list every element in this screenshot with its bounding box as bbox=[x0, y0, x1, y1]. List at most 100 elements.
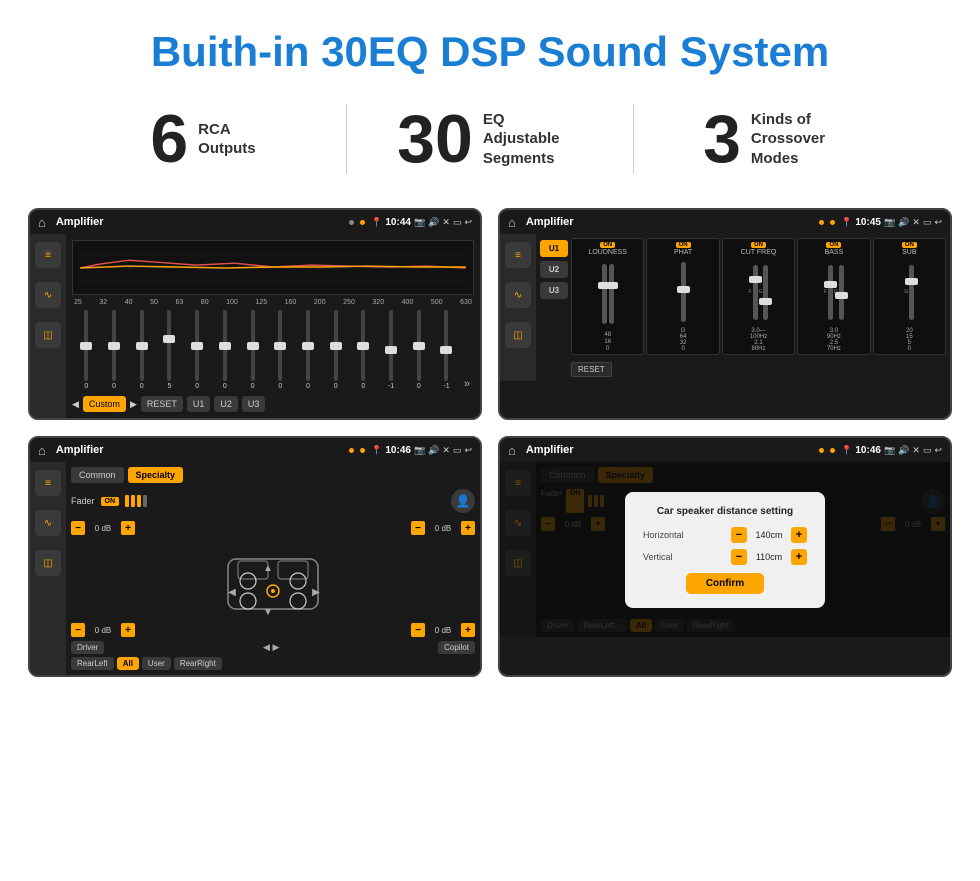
db-minus-4[interactable]: − bbox=[411, 623, 425, 637]
slider-6[interactable]: 0 bbox=[213, 310, 238, 390]
close-icon-3: ✕ bbox=[442, 445, 450, 456]
freq-40: 40 bbox=[125, 299, 133, 306]
reset-btn-2[interactable]: RESET bbox=[571, 362, 612, 377]
eq-icon-3[interactable]: ≡ bbox=[35, 470, 61, 496]
horizontal-ctrl: − 140cm + bbox=[731, 527, 807, 543]
slider-13[interactable]: 0 bbox=[406, 310, 431, 390]
preset-u3[interactable]: U3 bbox=[540, 282, 568, 299]
stat-crossover-label: Kinds ofCrossover Modes bbox=[751, 110, 851, 169]
eq-freq-labels: 25 32 40 50 63 80 100 125 160 200 250 32… bbox=[72, 299, 474, 306]
wave-icon-1[interactable]: ∿ bbox=[35, 282, 61, 308]
next-arrow[interactable]: ▶ bbox=[130, 399, 137, 410]
u3-btn[interactable]: U3 bbox=[242, 396, 266, 412]
profile-icon-3[interactable]: 👤 bbox=[451, 489, 475, 513]
slider-10[interactable]: 0 bbox=[323, 310, 348, 390]
horizontal-minus-btn[interactable]: − bbox=[731, 527, 747, 543]
screen-1-eq: ⌂ Amplifier 📍 10:44 📷 🔊 ✕ ▭ ↩ ≡ ∿ ◫ bbox=[28, 208, 482, 420]
wave-icon-2[interactable]: ∿ bbox=[505, 282, 531, 308]
preset-u2[interactable]: U2 bbox=[540, 261, 568, 278]
time-4: 10:46 bbox=[855, 445, 881, 456]
fader-label: Fader bbox=[71, 496, 95, 506]
horizontal-plus-btn[interactable]: + bbox=[791, 527, 807, 543]
dialog-title: Car speaker distance setting bbox=[643, 506, 807, 517]
db-plus-4[interactable]: + bbox=[461, 623, 475, 637]
freq-25: 25 bbox=[74, 299, 82, 306]
slider-12[interactable]: -1 bbox=[379, 310, 404, 390]
channel-bass: ON BASS F G 3.0 90Hz 2.5 bbox=[797, 238, 870, 355]
phat-name: PHAT bbox=[674, 249, 692, 256]
slider-7[interactable]: 0 bbox=[240, 310, 265, 390]
pos-rearright[interactable]: RearRight bbox=[174, 657, 222, 670]
window-icon-3: ▭ bbox=[453, 445, 462, 456]
dialog-vertical-row: Vertical − 110cm + bbox=[643, 549, 807, 565]
prev-arrow[interactable]: ◀ bbox=[72, 399, 79, 410]
left-sidebar-1: ≡ ∿ ◫ bbox=[30, 234, 66, 418]
preset-u1[interactable]: U1 bbox=[540, 240, 568, 257]
db-value-1: 0 dB bbox=[88, 524, 118, 533]
slider-3[interactable]: 0 bbox=[129, 310, 154, 390]
u2-btn[interactable]: U2 bbox=[214, 396, 238, 412]
more-icon[interactable]: » bbox=[462, 378, 472, 390]
speaker-icon-1[interactable]: ◫ bbox=[35, 322, 61, 348]
home-icon-2[interactable]: ⌂ bbox=[508, 215, 516, 230]
loudness-badge: ON bbox=[600, 242, 615, 248]
pos-all[interactable]: All bbox=[117, 657, 139, 670]
slider-2[interactable]: 0 bbox=[102, 310, 127, 390]
svg-text:◀: ◀ bbox=[228, 587, 236, 598]
speaker-icon-3[interactable]: ◫ bbox=[35, 550, 61, 576]
custom-btn[interactable]: Custom bbox=[83, 396, 126, 412]
slider-14[interactable]: -1 bbox=[434, 310, 459, 390]
volume-icon-4: 🔊 bbox=[898, 445, 909, 456]
fader-bar-1 bbox=[125, 495, 129, 507]
window-icon-4: ▭ bbox=[923, 445, 932, 456]
phat-badge: ON bbox=[676, 242, 691, 248]
screen-4-dialog: ⌂ Amplifier 📍 10:46 📷 🔊 ✕ ▭ ↩ ≡ ∿ ◫ bbox=[498, 436, 952, 677]
wave-icon-3[interactable]: ∿ bbox=[35, 510, 61, 536]
dot3 bbox=[819, 220, 824, 225]
speaker-icon-2[interactable]: ◫ bbox=[505, 322, 531, 348]
vertical-minus-btn[interactable]: − bbox=[731, 549, 747, 565]
db-minus-3[interactable]: − bbox=[71, 623, 85, 637]
tab-specialty-3[interactable]: Specialty bbox=[128, 467, 184, 483]
eq-icon-1[interactable]: ≡ bbox=[35, 242, 61, 268]
freq-32: 32 bbox=[99, 299, 107, 306]
stat-eq: 30 EQ AdjustableSegments bbox=[347, 105, 633, 173]
window-icon-1: ▭ bbox=[453, 217, 462, 228]
fader-bar-3 bbox=[137, 495, 141, 507]
u1-btn[interactable]: U1 bbox=[187, 396, 211, 412]
db-plus-3[interactable]: + bbox=[121, 623, 135, 637]
fader-controls: Fader ON 👤 bbox=[71, 489, 475, 513]
app-title-1: Amplifier bbox=[56, 216, 343, 228]
db-plus-2[interactable]: + bbox=[461, 521, 475, 535]
screen-3-fader: ⌂ Amplifier 📍 10:46 📷 🔊 ✕ ▭ ↩ ≡ ∿ ◫ bbox=[28, 436, 482, 677]
bass-badge: ON bbox=[826, 242, 841, 248]
db-minus-2[interactable]: − bbox=[411, 521, 425, 535]
reset-btn[interactable]: RESET bbox=[141, 396, 183, 412]
slider-9[interactable]: 0 bbox=[296, 310, 321, 390]
amp2-main-area: U1 U2 U3 ON LOUDNESS bbox=[540, 238, 946, 377]
slider-5[interactable]: 0 bbox=[185, 310, 210, 390]
screen-4-content: ≡ ∿ ◫ Common Specialty Fader ON bbox=[500, 462, 950, 637]
back-icon-4: ↩ bbox=[934, 445, 942, 456]
pos-driver[interactable]: Driver bbox=[71, 641, 104, 654]
db-value-2: 0 dB bbox=[428, 524, 458, 533]
confirm-button[interactable]: Confirm bbox=[686, 573, 764, 594]
tab-common-3[interactable]: Common bbox=[71, 467, 124, 483]
slider-4[interactable]: 5 bbox=[157, 310, 182, 390]
fader-content: Common Specialty Fader ON 👤 bbox=[66, 462, 480, 675]
eq-icon-2[interactable]: ≡ bbox=[505, 242, 531, 268]
home-icon-1[interactable]: ⌂ bbox=[38, 215, 46, 230]
slider-8[interactable]: 0 bbox=[268, 310, 293, 390]
slider-1[interactable]: 0 bbox=[74, 310, 99, 390]
home-icon-4[interactable]: ⌂ bbox=[508, 443, 516, 458]
slider-11[interactable]: 0 bbox=[351, 310, 376, 390]
pos-rearleft[interactable]: RearLeft bbox=[71, 657, 114, 670]
fader-bar-4 bbox=[143, 495, 147, 507]
home-icon-3[interactable]: ⌂ bbox=[38, 443, 46, 458]
vertical-plus-btn[interactable]: + bbox=[791, 549, 807, 565]
pos-user[interactable]: User bbox=[142, 657, 171, 670]
db-minus-1[interactable]: − bbox=[71, 521, 85, 535]
freq-250: 250 bbox=[343, 299, 355, 306]
db-plus-1[interactable]: + bbox=[121, 521, 135, 535]
pos-copilot[interactable]: Copilot bbox=[438, 641, 475, 654]
